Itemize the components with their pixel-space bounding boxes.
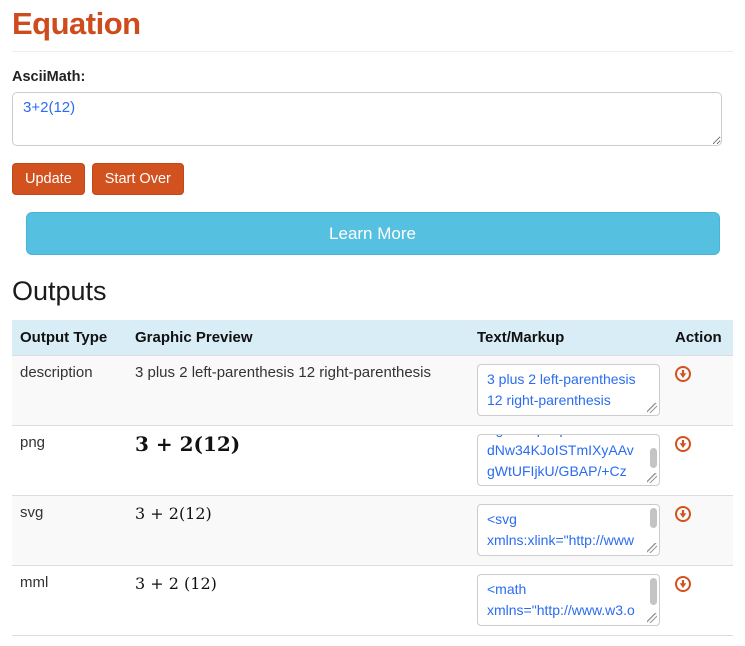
resize-grip-icon[interactable] <box>647 613 657 623</box>
markup-line: rg/1998/Math/MathML" <box>487 621 650 626</box>
column-header-text-markup: Text/Markup <box>469 320 667 355</box>
table-row-svg: svg 3 + 2(12) <svg xmlns:xlink="http://w… <box>12 495 733 565</box>
asciimath-input[interactable]: 3+2(12) <box>12 92 722 146</box>
table-row-mml: mml 3 + 2 (12) <math xmlns="http://www.w… <box>12 565 733 635</box>
markup-line: xmlns:xlink="http://www <box>487 530 650 551</box>
markup-textarea[interactable]: <svg xmlns:xlink="http://www .w3.org/199… <box>477 504 660 556</box>
download-circle-icon[interactable] <box>675 576 691 592</box>
resize-grip-icon[interactable] <box>647 473 657 483</box>
button-row: Update Start Over <box>12 163 733 195</box>
output-type-label: png <box>12 426 127 495</box>
output-type-label: svg <box>12 496 127 565</box>
markup-textarea[interactable]: <math xmlns="http://www.w3.o rg/1998/Mat… <box>477 574 660 626</box>
markup-line: <svg <box>487 509 650 530</box>
page-title: Equation <box>12 6 733 52</box>
page-container: Equation AsciiMath: 3+2(12) Update Start… <box>0 6 745 636</box>
graphic-preview-svg: 3 + 2(12) <box>127 496 469 565</box>
markup-line: 3 plus 2 left-parenthesis <box>487 369 650 390</box>
output-type-label: mml <box>12 566 127 635</box>
download-circle-icon[interactable] <box>675 506 691 522</box>
column-header-action: Action <box>667 320 733 355</box>
graphic-preview-mml: 3 + 2 (12) <box>127 566 469 635</box>
table-row-png: png 3 + 2(12) FghT2KpUqS+PWtxteI dNw34KJ… <box>12 425 733 495</box>
download-circle-icon[interactable] <box>675 366 691 382</box>
table-body: description 3 plus 2 left-parenthesis 12… <box>12 355 733 635</box>
markup-line: <math <box>487 579 650 600</box>
asciimath-label: AsciiMath: <box>12 69 733 85</box>
markup-line: 12 right-parenthesis <box>487 390 650 411</box>
outputs-heading: Outputs <box>12 276 733 307</box>
markup-line: CKd6Kk6TzznbxoB0dR31 <box>487 482 650 486</box>
markup-line: .w3.org/1999/xlink" <box>487 551 650 556</box>
markup-textarea[interactable]: 3 plus 2 left-parenthesis 12 right-paren… <box>477 364 660 416</box>
scrollbar-thumb[interactable] <box>650 508 657 528</box>
markup-textarea[interactable]: FghT2KpUqS+PWtxteI dNw34KJoISTmIXyAAv gW… <box>477 434 660 486</box>
table-row-description: description 3 plus 2 left-parenthesis 12… <box>12 355 733 425</box>
download-circle-icon[interactable] <box>675 436 691 452</box>
resize-grip-icon[interactable] <box>647 403 657 413</box>
output-type-label: description <box>12 356 127 425</box>
graphic-preview-png: 3 + 2(12) <box>127 424 469 495</box>
column-header-graphic-preview: Graphic Preview <box>127 320 469 355</box>
table-header-row: Output Type Graphic Preview Text/Markup … <box>12 320 733 355</box>
graphic-preview-description: 3 plus 2 left-parenthesis 12 right-paren… <box>127 356 469 425</box>
scrollbar-thumb[interactable] <box>650 578 657 605</box>
scrollbar-thumb[interactable] <box>650 448 657 468</box>
markup-line: xmlns="http://www.w3.o <box>487 600 650 621</box>
column-header-output-type: Output Type <box>12 320 127 355</box>
start-over-button[interactable]: Start Over <box>92 163 184 195</box>
markup-line: dNw34KJoISTmIXyAAv <box>487 440 650 461</box>
markup-line: gWtUFIjkU/GBAP/+Cz <box>487 461 650 482</box>
outputs-table: Output Type Graphic Preview Text/Markup … <box>12 320 733 636</box>
update-button[interactable]: Update <box>12 163 85 195</box>
learn-more-button[interactable]: Learn More <box>26 212 720 255</box>
resize-grip-icon[interactable] <box>647 543 657 553</box>
